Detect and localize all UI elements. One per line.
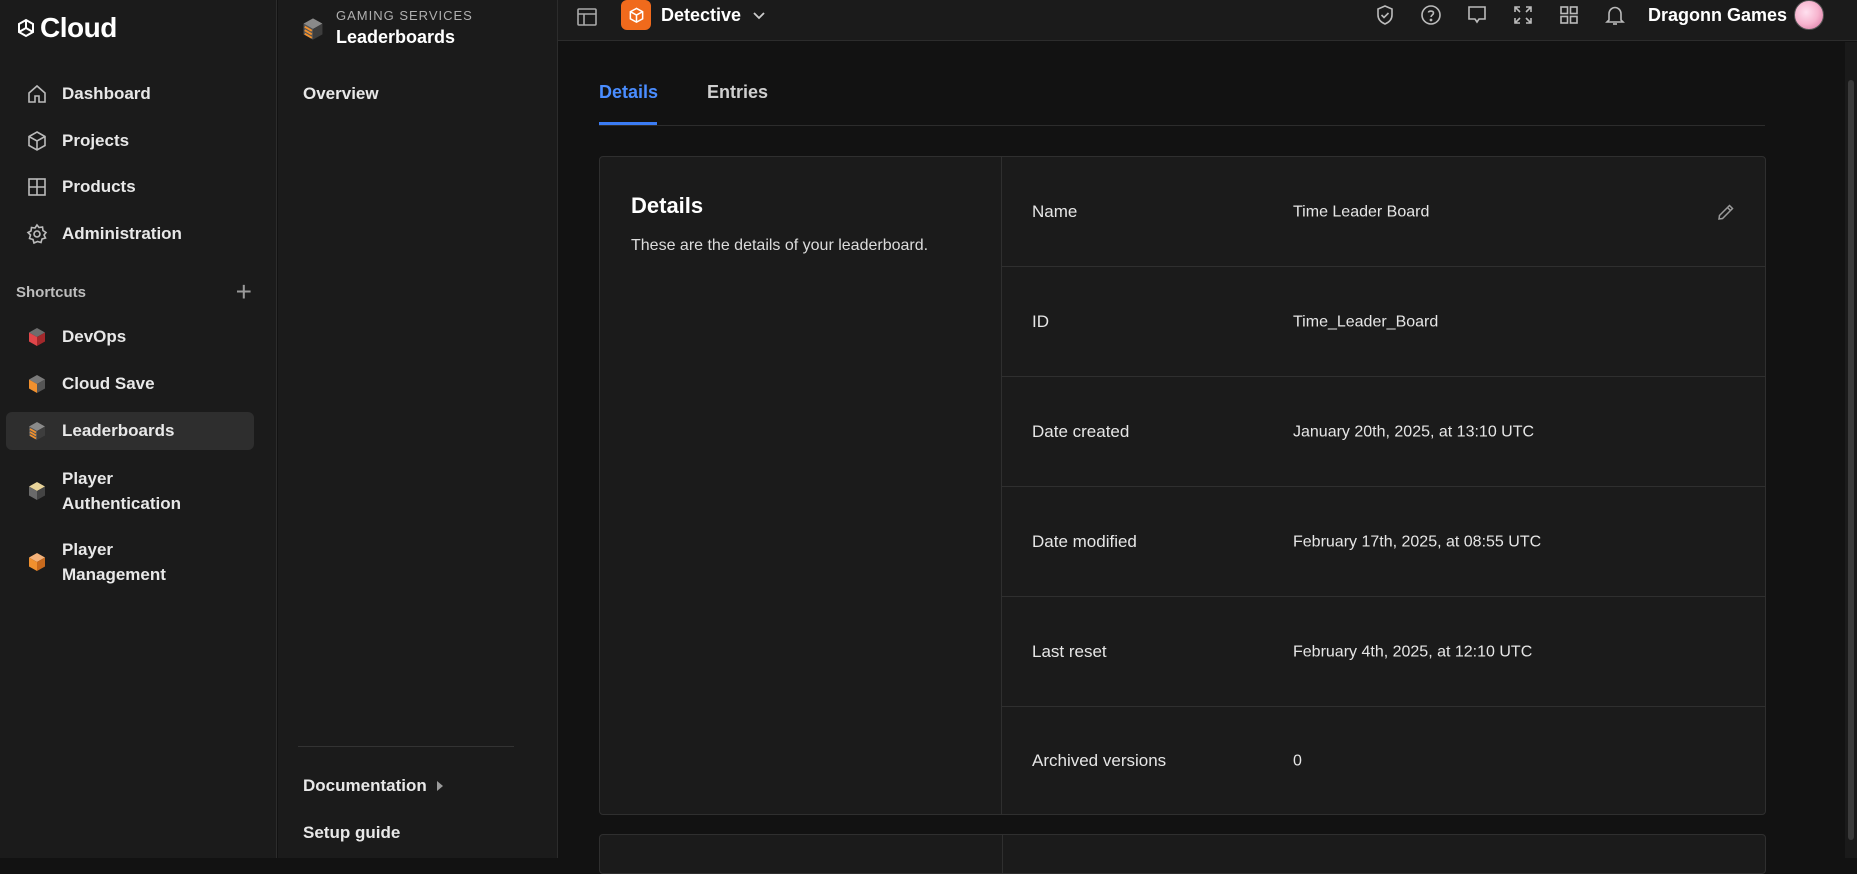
detail-row-id: ID Time_Leader_Board — [1002, 267, 1766, 377]
details-card: Details These are the details of your le… — [599, 156, 1766, 815]
row-value: February 4th, 2025, at 12:10 UTC — [1293, 643, 1533, 660]
documentation-label: Documentation — [303, 776, 427, 795]
row-value: Time Leader Board — [1293, 203, 1430, 220]
cloud-save-cube-icon — [29, 375, 45, 393]
details-intro: Details These are the details of your le… — [600, 157, 1002, 814]
subnav-documentation[interactable]: Documentation — [303, 776, 443, 796]
help-icon[interactable] — [1420, 4, 1442, 26]
box-icon — [28, 131, 46, 151]
details-description: These are the details of your leaderboar… — [631, 237, 929, 254]
avatar[interactable] — [1794, 0, 1824, 30]
detail-row-date-created: Date created January 20th, 2025, at 13:1… — [1002, 377, 1766, 487]
shortcut-player-authentication[interactable]: Player Authentication — [6, 463, 254, 519]
chevron-down-icon[interactable] — [750, 6, 768, 24]
home-icon — [28, 84, 46, 103]
sidebar-item-products[interactable]: Products — [6, 168, 254, 206]
sidebar-item-label: Projects — [62, 131, 130, 150]
pencil-icon[interactable] — [1716, 202, 1736, 222]
sidebar-item-label: Cloud Save — [62, 374, 155, 393]
main-sidebar: Cloud Dashboard Projects Products Admini… — [0, 0, 277, 858]
gear-icon — [26, 223, 48, 245]
tab-bar: Details Entries — [599, 42, 1765, 126]
service-kicker: GAMING SERVICES — [336, 8, 473, 23]
subnav-overview[interactable]: Overview — [303, 84, 379, 104]
devops-cube-icon — [29, 328, 45, 346]
top-bar: Detective Dragonn Games — [558, 0, 1857, 41]
row-value: 0 — [1293, 752, 1302, 769]
layout-toggle-icon[interactable] — [576, 6, 598, 28]
details-rows: Name Time Leader Board ID Time_Leader_Bo… — [1002, 157, 1766, 814]
add-shortcut-icon[interactable]: + — [236, 278, 252, 306]
sidebar-item-label: Player Authentication — [62, 469, 181, 513]
row-value: Time_Leader_Board — [1293, 313, 1439, 330]
detail-row-last-reset: Last reset February 4th, 2025, at 12:10 … — [1002, 597, 1766, 707]
row-label: Last reset — [1032, 641, 1107, 661]
row-value: January 20th, 2025, at 13:10 UTC — [1293, 423, 1535, 440]
shortcut-devops[interactable]: DevOps — [6, 318, 254, 356]
row-value: February 17th, 2025, at 08:55 UTC — [1293, 533, 1542, 550]
cloud-logo[interactable]: Cloud — [16, 10, 117, 46]
bell-icon[interactable] — [1604, 4, 1626, 26]
sidebar-item-label: Leaderboards — [62, 421, 175, 440]
feedback-icon[interactable] — [1466, 4, 1488, 26]
detail-row-archived-versions: Archived versions 0 — [1002, 707, 1766, 814]
shortcuts-label: Shortcuts — [16, 283, 87, 301]
project-badge[interactable] — [621, 0, 651, 30]
brand-name: Cloud — [40, 12, 117, 43]
service-sidebar: GAMING SERVICES Leaderboards Overview Do… — [278, 0, 558, 858]
leaderboards-service-icon — [303, 18, 323, 40]
shield-check-icon[interactable] — [1374, 4, 1396, 26]
card-divider — [1002, 835, 1003, 873]
sidebar-item-label: Dashboard — [62, 84, 151, 103]
management-cube-icon — [29, 553, 45, 571]
next-card — [599, 834, 1766, 874]
active-tab-indicator — [599, 122, 657, 125]
service-header: GAMING SERVICES Leaderboards — [300, 8, 473, 48]
auth-cube-icon — [29, 482, 45, 500]
sidebar-item-administration[interactable]: Administration — [6, 215, 254, 253]
details-title: Details — [631, 193, 704, 218]
row-label: Archived versions — [1032, 750, 1167, 770]
tab-entries[interactable]: Entries — [707, 82, 768, 103]
sidebar-item-projects[interactable]: Projects — [6, 122, 254, 160]
shortcut-leaderboards[interactable]: Leaderboards — [6, 412, 254, 450]
top-icon-group — [1374, 4, 1626, 26]
project-selector[interactable]: Detective — [661, 5, 741, 26]
row-label: Name — [1032, 201, 1078, 221]
tab-details[interactable]: Details — [599, 82, 658, 103]
unity-logo-icon — [18, 18, 34, 38]
scrollbar-thumb[interactable] — [1848, 80, 1854, 840]
sidebar-item-label: Administration — [62, 224, 182, 243]
subnav-setup-guide[interactable]: Setup guide — [303, 823, 400, 843]
service-title: Leaderboards — [336, 27, 456, 47]
detail-row-name: Name Time Leader Board — [1002, 157, 1766, 267]
sidebar-item-label: Products — [62, 177, 136, 196]
project-cube-icon — [629, 7, 643, 23]
main-content: Details Entries Details These are the de… — [559, 42, 1857, 874]
row-label: Date modified — [1032, 531, 1137, 551]
detail-row-date-modified: Date modified February 17th, 2025, at 08… — [1002, 487, 1766, 597]
row-label: Date created — [1032, 421, 1130, 441]
row-label: ID — [1032, 311, 1049, 331]
shortcut-player-management[interactable]: Player Management — [6, 534, 254, 590]
fullscreen-icon[interactable] — [1512, 4, 1534, 26]
shortcut-cloud-save[interactable]: Cloud Save — [6, 365, 254, 403]
sidebar-item-label: DevOps — [62, 327, 127, 346]
organization-name[interactable]: Dragonn Games — [1648, 5, 1787, 26]
sidebar-item-dashboard[interactable]: Dashboard — [6, 75, 254, 113]
leaderboards-cube-icon — [29, 422, 45, 440]
sidebar-item-label: Player Management — [62, 540, 166, 584]
subnav-divider — [298, 746, 514, 747]
grid-icon — [28, 178, 46, 196]
page-scrollbar[interactable] — [1845, 42, 1857, 858]
apps-grid-icon[interactable] — [1558, 4, 1580, 26]
shortcuts-header: Shortcuts + — [16, 278, 252, 306]
caret-right-icon — [436, 781, 443, 791]
